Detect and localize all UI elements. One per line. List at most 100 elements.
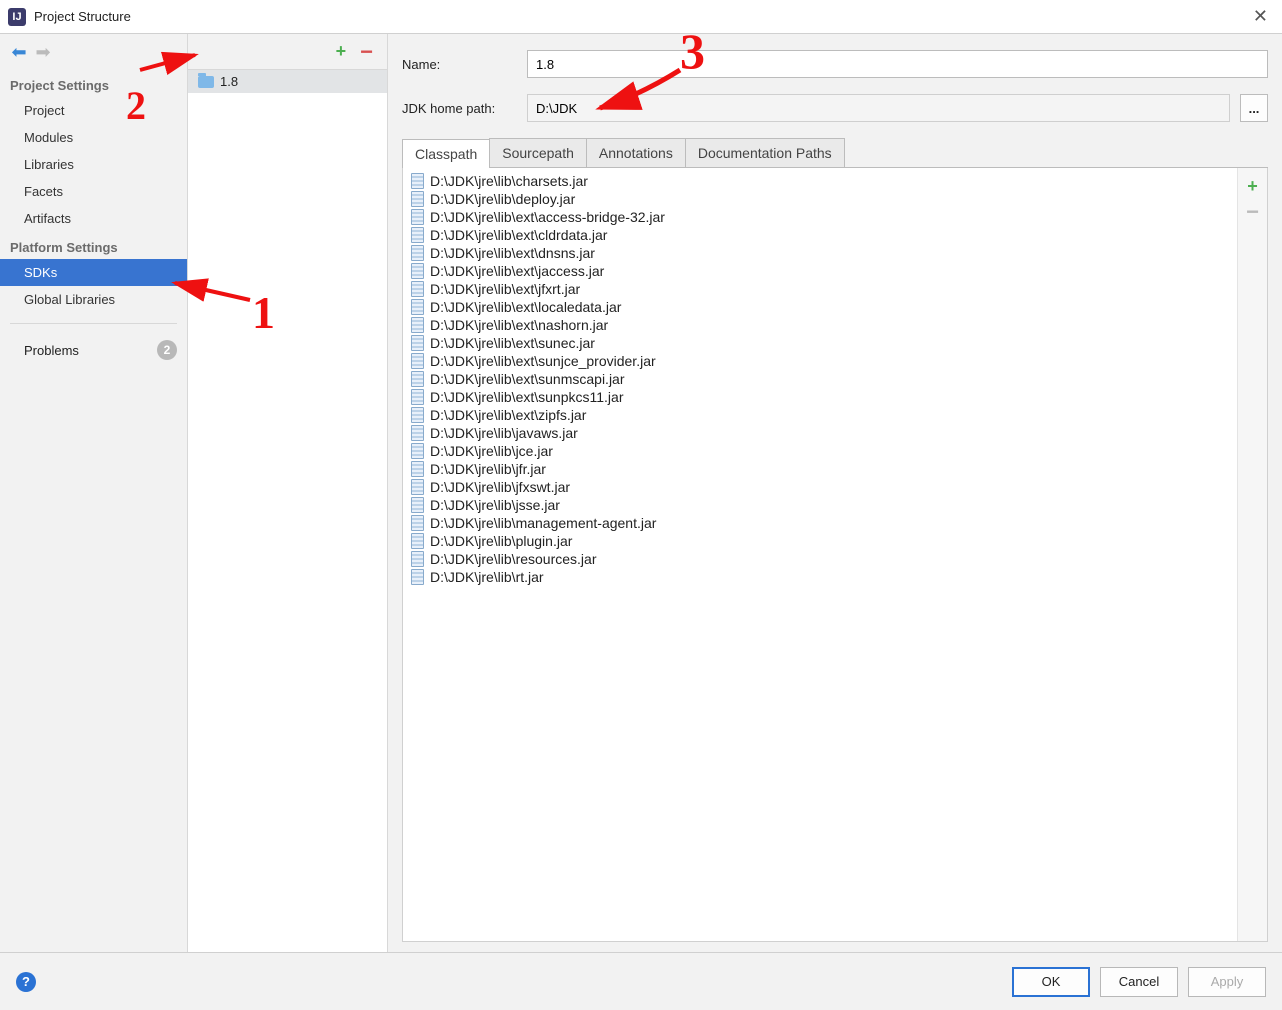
jar-icon xyxy=(411,263,424,279)
sidebar-item-problems[interactable]: Problems 2 xyxy=(0,334,187,366)
jar-icon xyxy=(411,299,424,315)
jar-icon xyxy=(411,371,424,387)
classpath-item[interactable]: D:\JDK\jre\lib\resources.jar xyxy=(403,550,1237,568)
sidebar-separator xyxy=(10,323,177,324)
jar-icon xyxy=(411,515,424,531)
classpath-item[interactable]: D:\JDK\jre\lib\ext\cldrdata.jar xyxy=(403,226,1237,244)
classpath-list[interactable]: D:\JDK\jre\lib\charsets.jar D:\JDK\jre\li… xyxy=(403,168,1237,941)
classpath-item-path: D:\JDK\jre\lib\ext\sunec.jar xyxy=(430,335,595,351)
classpath-item[interactable]: D:\JDK\jre\lib\jsse.jar xyxy=(403,496,1237,514)
jar-icon xyxy=(411,191,424,207)
apply-button: Apply xyxy=(1188,967,1266,997)
classpath-item-path: D:\JDK\jre\lib\ext\sunjce_provider.jar xyxy=(430,353,656,369)
sidebar-item-modules[interactable]: Modules xyxy=(0,124,187,151)
jdk-home-input[interactable] xyxy=(527,94,1230,122)
jar-icon xyxy=(411,461,424,477)
jar-icon xyxy=(411,353,424,369)
classpath-item-path: D:\JDK\jre\lib\deploy.jar xyxy=(430,191,575,207)
classpath-item[interactable]: D:\JDK\jre\lib\ext\localedata.jar xyxy=(403,298,1237,316)
nav-forward-icon: ➡ xyxy=(34,43,52,61)
classpath-item-path: D:\JDK\jre\lib\ext\sunmscapi.jar xyxy=(430,371,625,387)
problems-badge: 2 xyxy=(157,340,177,360)
folder-icon xyxy=(198,76,214,88)
nav-back-icon[interactable]: ⬅ xyxy=(10,43,28,61)
classpath-item[interactable]: D:\JDK\jre\lib\javaws.jar xyxy=(403,424,1237,442)
classpath-item-path: D:\JDK\jre\lib\resources.jar xyxy=(430,551,597,567)
jar-icon xyxy=(411,479,424,495)
classpath-item-path: D:\JDK\jre\lib\ext\zipfs.jar xyxy=(430,407,586,423)
classpath-item-path: D:\JDK\jre\lib\ext\access-bridge-32.jar xyxy=(430,209,665,225)
tabbar: ClasspathSourcepathAnnotationsDocumentat… xyxy=(402,138,1268,168)
jar-icon xyxy=(411,443,424,459)
jar-icon xyxy=(411,389,424,405)
classpath-item[interactable]: D:\JDK\jre\lib\management-agent.jar xyxy=(403,514,1237,532)
classpath-item[interactable]: D:\JDK\jre\lib\plugin.jar xyxy=(403,532,1237,550)
jar-icon xyxy=(411,227,424,243)
ok-button[interactable]: OK xyxy=(1012,967,1090,997)
classpath-item[interactable]: D:\JDK\jre\lib\ext\jaccess.jar xyxy=(403,262,1237,280)
classpath-item-path: D:\JDK\jre\lib\ext\cldrdata.jar xyxy=(430,227,607,243)
classpath-item-path: D:\JDK\jre\lib\jfxswt.jar xyxy=(430,479,570,495)
classpath-item-path: D:\JDK\jre\lib\ext\jfxrt.jar xyxy=(430,281,580,297)
jar-icon xyxy=(411,569,424,585)
cancel-button[interactable]: Cancel xyxy=(1100,967,1178,997)
tab-classpath[interactable]: Classpath xyxy=(402,139,490,168)
classpath-item[interactable]: D:\JDK\jre\lib\ext\nashorn.jar xyxy=(403,316,1237,334)
classpath-item[interactable]: D:\JDK\jre\lib\ext\access-bridge-32.jar xyxy=(403,208,1237,226)
classpath-item[interactable]: D:\JDK\jre\lib\ext\sunpkcs11.jar xyxy=(403,388,1237,406)
remove-sdk-icon[interactable]: − xyxy=(360,46,373,58)
add-classpath-icon[interactable]: + xyxy=(1247,176,1258,197)
sidebar-item-facets[interactable]: Facets xyxy=(0,178,187,205)
tab-documentation-paths[interactable]: Documentation Paths xyxy=(685,138,845,167)
classpath-item[interactable]: D:\JDK\jre\lib\ext\sunjce_provider.jar xyxy=(403,352,1237,370)
classpath-item[interactable]: D:\JDK\jre\lib\deploy.jar xyxy=(403,190,1237,208)
problems-label: Problems xyxy=(24,343,79,358)
classpath-item-path: D:\JDK\jre\lib\ext\jaccess.jar xyxy=(430,263,604,279)
classpath-item-path: D:\JDK\jre\lib\ext\nashorn.jar xyxy=(430,317,608,333)
jar-icon xyxy=(411,497,424,513)
classpath-item-path: D:\JDK\jre\lib\plugin.jar xyxy=(430,533,572,549)
classpath-item[interactable]: D:\JDK\jre\lib\ext\sunmscapi.jar xyxy=(403,370,1237,388)
classpath-item-path: D:\JDK\jre\lib\jsse.jar xyxy=(430,497,560,513)
classpath-item-path: D:\JDK\jre\lib\jfr.jar xyxy=(430,461,546,477)
help-icon[interactable]: ? xyxy=(16,972,36,992)
section-platform-settings: Platform Settings xyxy=(0,232,187,259)
sdk-list-column: + − 1.8 xyxy=(188,34,388,952)
tab-sourcepath[interactable]: Sourcepath xyxy=(489,138,587,167)
jar-icon xyxy=(411,317,424,333)
classpath-item-path: D:\JDK\jre\lib\jce.jar xyxy=(430,443,553,459)
app-icon: IJ xyxy=(8,8,26,26)
jar-icon xyxy=(411,533,424,549)
classpath-item-path: D:\JDK\jre\lib\ext\sunpkcs11.jar xyxy=(430,389,623,405)
sidebar-item-sdks[interactable]: SDKs xyxy=(0,259,187,286)
sidebar-item-project[interactable]: Project xyxy=(0,97,187,124)
jar-icon xyxy=(411,551,424,567)
classpath-item[interactable]: D:\JDK\jre\lib\ext\sunec.jar xyxy=(403,334,1237,352)
add-sdk-icon[interactable]: + xyxy=(336,41,347,62)
classpath-item[interactable]: D:\JDK\jre\lib\ext\jfxrt.jar xyxy=(403,280,1237,298)
sidebar-item-libraries[interactable]: Libraries xyxy=(0,151,187,178)
window-title: Project Structure xyxy=(34,9,131,24)
tab-annotations[interactable]: Annotations xyxy=(586,138,686,167)
classpath-item[interactable]: D:\JDK\jre\lib\ext\dnsns.jar xyxy=(403,244,1237,262)
classpath-item-path: D:\JDK\jre\lib\charsets.jar xyxy=(430,173,588,189)
sdk-name-input[interactable] xyxy=(527,50,1268,78)
classpath-item-path: D:\JDK\jre\lib\management-agent.jar xyxy=(430,515,656,531)
classpath-item[interactable]: D:\JDK\jre\lib\jfxswt.jar xyxy=(403,478,1237,496)
classpath-item[interactable]: D:\JDK\jre\lib\rt.jar xyxy=(403,568,1237,586)
browse-button[interactable]: ... xyxy=(1240,94,1268,122)
remove-classpath-icon: − xyxy=(1246,207,1259,217)
classpath-item[interactable]: D:\JDK\jre\lib\jfr.jar xyxy=(403,460,1237,478)
dialog-button-bar: ? OK Cancel Apply xyxy=(0,952,1282,1010)
jar-icon xyxy=(411,425,424,441)
classpath-item[interactable]: D:\JDK\jre\lib\ext\zipfs.jar xyxy=(403,406,1237,424)
sdk-entry[interactable]: 1.8 xyxy=(188,70,387,93)
classpath-item[interactable]: D:\JDK\jre\lib\jce.jar xyxy=(403,442,1237,460)
sidebar-item-artifacts[interactable]: Artifacts xyxy=(0,205,187,232)
jar-icon xyxy=(411,245,424,261)
settings-sidebar: ⬅ ➡ Project Settings ProjectModulesLibra… xyxy=(0,34,188,952)
sidebar-item-global-libraries[interactable]: Global Libraries xyxy=(0,286,187,313)
classpath-item[interactable]: D:\JDK\jre\lib\charsets.jar xyxy=(403,172,1237,190)
close-icon[interactable]: ✕ xyxy=(1247,6,1274,27)
jar-icon xyxy=(411,209,424,225)
